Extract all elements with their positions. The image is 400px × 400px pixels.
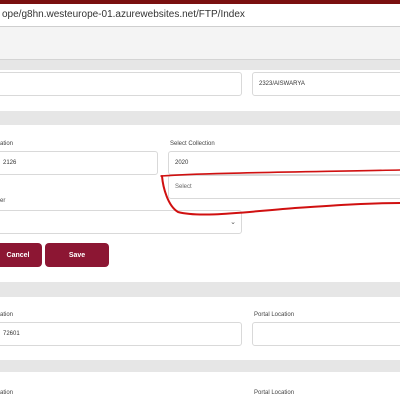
save-button[interactable]: Save — [45, 243, 109, 267]
location-field[interactable]: 2126 — [0, 151, 158, 175]
bottom1-portal-label: Portal Location — [254, 312, 295, 318]
cancel-button[interactable]: Cancel — [0, 243, 42, 267]
top-value-text: 2323/AISWARYA — [259, 81, 305, 87]
bottom2-location-label: ation — [0, 390, 14, 396]
collection-value: 2020 — [175, 160, 189, 166]
select-placeholder: Select — [175, 184, 192, 190]
bottom-card-2 — [0, 372, 400, 400]
address-bar[interactable]: ope/g8hn.westeurope-01.azurewebsites.net… — [0, 4, 400, 27]
app-toolbar — [0, 27, 400, 60]
top-value-field[interactable]: 2323/AISWARYA — [252, 72, 400, 96]
top-left-field[interactable] — [0, 72, 242, 96]
url-text: ope/g8hn.westeurope-01.azurewebsites.net… — [2, 9, 245, 20]
filter-label: er — [0, 198, 6, 204]
chevron-down-icon: ⌄ — [230, 219, 236, 226]
select-dropdown[interactable]: Select — [168, 175, 400, 199]
location-label: ation — [0, 141, 14, 147]
bottom2-portal-label: Portal Location — [254, 390, 295, 396]
bottom1-portal-field[interactable] — [252, 322, 400, 346]
bottom1-location-value: 72601 — [3, 331, 20, 337]
bottom1-location-label: ation — [0, 312, 14, 318]
filter-dropdown[interactable]: ⌄ — [0, 210, 242, 234]
collection-field[interactable]: 2020 — [168, 151, 400, 175]
bottom1-location-field[interactable]: 72601 — [0, 322, 242, 346]
location-value: 2126 — [3, 160, 17, 166]
collection-label: Select Collection — [170, 141, 215, 147]
